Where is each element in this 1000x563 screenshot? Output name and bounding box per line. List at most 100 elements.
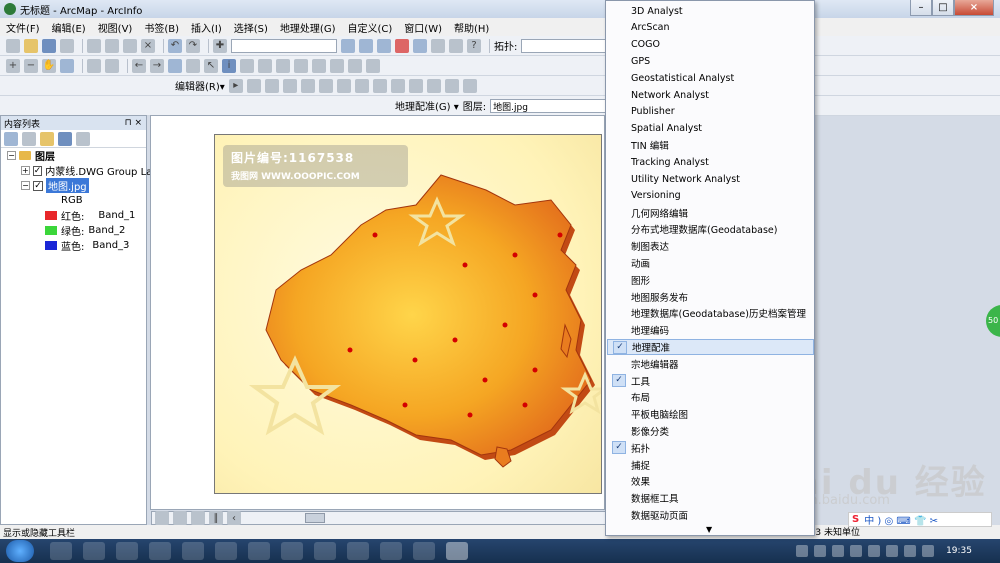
ime-status[interactable]: 中 ) ◎ ⌨ 👕 ✂	[864, 512, 938, 527]
toolbar-menu-item[interactable]: ✓ 工具	[607, 373, 814, 389]
layer-visibility-checkbox[interactable]: ✓	[32, 165, 43, 176]
menu-file[interactable]: 文件(F)	[6, 20, 40, 35]
go-forward-icon[interactable]: →	[150, 58, 164, 73]
full-extent-icon[interactable]	[60, 58, 74, 73]
toolbar-menu-item[interactable]: COGO	[607, 37, 814, 53]
taskbar-app-icon[interactable]	[50, 542, 72, 560]
scroll-down-arrow-icon[interactable]: ▼	[706, 525, 712, 534]
horizontal-scrollbar-thumb[interactable]	[305, 513, 325, 523]
layer-visibility-checkbox[interactable]: ✓	[33, 180, 43, 191]
toolbar-menu-item[interactable]: ✓ 拓扑	[607, 440, 814, 456]
layers-root-row[interactable]: − 图层	[1, 148, 146, 163]
ime-toolbar[interactable]: S 中 ) ◎ ⌨ 👕 ✂	[848, 512, 992, 527]
list-by-drawing-order-icon[interactable]	[4, 131, 18, 146]
flag-icon[interactable]	[922, 545, 935, 557]
sketch-properties-icon[interactable]	[444, 78, 459, 93]
find-icon[interactable]	[276, 58, 290, 73]
clear-selection-icon[interactable]	[186, 58, 200, 73]
georef-layer-combo[interactable]: 地图.jpg	[490, 98, 611, 113]
edit-tool-icon[interactable]: ▸	[228, 78, 243, 93]
python-window-icon[interactable]	[431, 38, 445, 53]
paste-icon[interactable]	[123, 38, 137, 53]
expand-icon[interactable]: +	[21, 166, 30, 175]
rotate-icon[interactable]	[408, 78, 423, 93]
toolbar-menu-item[interactable]: Publisher	[607, 104, 814, 120]
html-popup-icon[interactable]	[258, 58, 272, 73]
identify-icon[interactable]: i	[222, 58, 236, 73]
attributes-icon[interactable]	[426, 78, 441, 93]
network-icon[interactable]	[796, 545, 809, 557]
toolbar-menu-item[interactable]: 宗地编辑器	[607, 356, 814, 372]
list-by-visibility-icon[interactable]	[40, 131, 54, 146]
undo-icon[interactable]: ↶	[168, 38, 182, 53]
toolbar-menu-item[interactable]: 捕捉	[607, 457, 814, 473]
map-scale-combo[interactable]	[231, 38, 337, 53]
minimize-button[interactable]: –	[910, 0, 932, 16]
menu-customize[interactable]: 自定义(C)	[348, 20, 393, 35]
save-icon[interactable]	[42, 38, 56, 53]
taskbar-player-icon[interactable]	[248, 542, 270, 560]
taskbar-pdf-icon[interactable]	[347, 542, 369, 560]
map-view[interactable]: 图片编号:1167538 我图网 WWW.OOOPIC.COM ∥ ‹	[150, 115, 606, 525]
pause-drawing-icon[interactable]: ∥	[209, 511, 223, 525]
toolbar-menu-item[interactable]: GPS	[607, 53, 814, 69]
straight-segment-icon[interactable]	[264, 78, 279, 93]
fixed-zoom-in-icon[interactable]	[87, 58, 101, 73]
reshape-icon[interactable]	[354, 78, 369, 93]
go-back-icon[interactable]: ←	[132, 58, 146, 73]
taskbar-chat-icon[interactable]	[215, 542, 237, 560]
toolbar-menu-item[interactable]: Utility Network Analyst	[607, 171, 814, 187]
toolbar-menu-item[interactable]: Versioning	[607, 188, 814, 204]
create-viewer-window-icon[interactable]	[366, 58, 380, 73]
toolbar-menu-item[interactable]: 动画	[607, 255, 814, 271]
split-icon[interactable]	[390, 78, 405, 93]
layout-view-icon[interactable]	[173, 511, 187, 525]
taskbar-wechat-icon[interactable]	[281, 542, 303, 560]
options-icon[interactable]	[76, 131, 90, 146]
editor-toolbar-icon[interactable]	[341, 38, 355, 53]
start-button[interactable]	[6, 540, 34, 562]
cut-polygons-icon[interactable]	[372, 78, 387, 93]
copy-icon[interactable]	[105, 38, 119, 53]
menu-selection[interactable]: 选择(S)	[234, 20, 268, 35]
georeferencing-menu[interactable]: 地理配准(G) ▾	[395, 98, 459, 113]
collapse-icon[interactable]: −	[7, 151, 16, 160]
go-to-xy-icon[interactable]	[312, 58, 326, 73]
clock[interactable]: 19:35	[946, 546, 972, 556]
menu-edit[interactable]: 编辑(E)	[52, 20, 86, 35]
toolbar-menu-item[interactable]: 效果	[607, 473, 814, 489]
hyperlink-icon[interactable]	[240, 58, 254, 73]
arctoolbox-icon[interactable]	[413, 38, 427, 53]
taskbar-vs-icon[interactable]	[149, 542, 171, 560]
add-data-icon[interactable]: ✚	[213, 38, 227, 53]
side-badge[interactable]: 50	[986, 305, 1000, 337]
toolbar-menu-item[interactable]: 数据驱动页面	[607, 507, 814, 523]
toolbar-menu-item[interactable]: 地理编码	[607, 322, 814, 338]
list-by-selection-icon[interactable]	[58, 131, 72, 146]
toolbar-menu-item[interactable]: 影像分类	[607, 423, 814, 439]
pan-icon[interactable]: ✋	[42, 58, 56, 73]
taskbar-browser-icon[interactable]	[116, 542, 138, 560]
zoom-out-icon[interactable]: −	[24, 58, 38, 73]
toolbar-menu-item[interactable]: 地图服务发布	[607, 289, 814, 305]
toolbar-menu-item[interactable]: 分布式地理数据库(Geodatabase)	[607, 221, 814, 237]
print-icon[interactable]	[60, 38, 74, 53]
cut-icon[interactable]	[87, 38, 101, 53]
sogou-ime-icon[interactable]: S	[852, 514, 859, 525]
toolbar-menu-item[interactable]: ✓ 地理配准	[607, 339, 814, 355]
taskbar-arcmap-icon[interactable]	[446, 542, 468, 560]
zoom-in-icon[interactable]: +	[6, 58, 20, 73]
delete-icon[interactable]: ×	[141, 38, 155, 53]
data-view-icon[interactable]	[155, 511, 169, 525]
model-builder-icon[interactable]	[449, 38, 463, 53]
toolbar-menu-item[interactable]: 布局	[607, 389, 814, 405]
sogou-tray-icon[interactable]	[814, 545, 827, 557]
menu-view[interactable]: 视图(V)	[98, 20, 133, 35]
taskbar-media-icon[interactable]	[83, 542, 105, 560]
toolbar-menu-item[interactable]: TIN 编辑	[607, 137, 814, 153]
maximize-button[interactable]: □	[932, 0, 954, 16]
point-icon[interactable]	[318, 78, 333, 93]
close-button[interactable]: ×	[954, 0, 994, 16]
search-window-icon[interactable]	[395, 38, 409, 53]
bluetooth-icon[interactable]	[868, 545, 881, 557]
